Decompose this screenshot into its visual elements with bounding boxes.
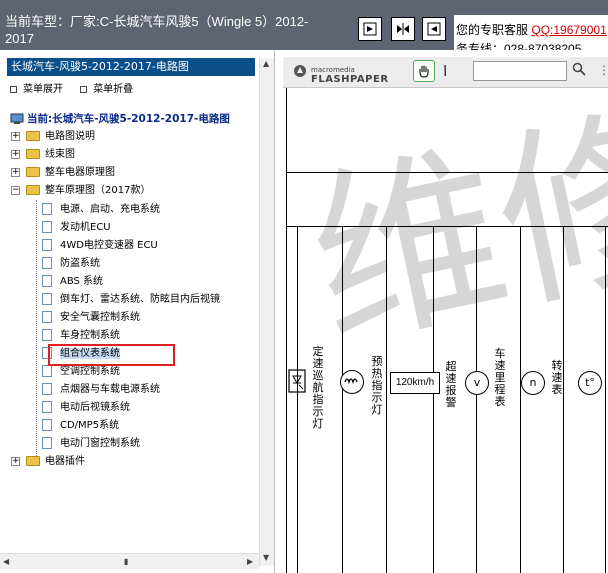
tree-item-connectors[interactable]: 电器插件 (26, 453, 85, 471)
expand-toggle[interactable]: + (11, 168, 20, 177)
scroll-right-icon[interactable]: ▶ (247, 557, 253, 566)
collapse-menu-button[interactable]: 菜单折叠 (80, 84, 133, 95)
more-options-icon[interactable]: ⋮ (598, 63, 608, 77)
arrow-left-icon (427, 22, 441, 36)
tree-toolbar: 菜单展开 菜单折叠 (10, 80, 147, 95)
support-qq-link[interactable]: QQ:19679001 (531, 23, 606, 37)
document-icon (42, 383, 52, 395)
preheat-lamp-symbol (340, 370, 364, 394)
folder-icon (26, 149, 40, 159)
tree-subitem[interactable]: 电源、启动、充电系统 (42, 201, 160, 219)
document-icon (42, 221, 52, 233)
fit-page-button[interactable] (391, 17, 415, 41)
expand-toggle[interactable]: + (11, 132, 20, 141)
overspeed-box: 120km/h (390, 372, 440, 394)
tree-subitem[interactable]: 发动机ECU (42, 219, 111, 237)
cruise-indicator-label: 定速巡航指示灯 (312, 345, 324, 430)
document-icon (42, 329, 52, 341)
indicator-lamp-icon (288, 369, 306, 393)
expand-toggle[interactable]: + (11, 150, 20, 159)
search-icon (572, 62, 586, 76)
scroll-grip-icon[interactable]: ▮ (124, 557, 128, 566)
expand-toggle[interactable]: + (11, 457, 20, 466)
tachometer-symbol: n (521, 371, 545, 395)
flashpaper-toolbar: macromedia FLASHPAPER I ⋮ (283, 57, 608, 88)
text-select-tool-icon[interactable]: I (443, 62, 447, 80)
hand-icon (419, 65, 429, 78)
tree-subitem[interactable]: 倒车灯、雷达系统、防眩目内后视镜 (42, 291, 220, 309)
computer-icon (10, 113, 24, 124)
folder-icon (26, 167, 40, 177)
collapse-toggle[interactable]: − (11, 186, 20, 195)
scroll-left-icon[interactable]: ◀ (3, 557, 9, 566)
document-icon (42, 437, 52, 449)
tree-subitem[interactable]: 4WD电控变速器 ECU (42, 237, 158, 255)
support-box: 您的专职客服 QQ:19679001 务专线：028-87038205 (454, 15, 608, 56)
hand-tool-button[interactable] (413, 60, 435, 82)
preheat-indicator-label: 预热指示灯 (371, 355, 383, 416)
prev-page-button[interactable] (358, 17, 382, 41)
odometer-label: 车速里程表 (494, 347, 506, 408)
document-icon (42, 293, 52, 305)
top-bar: 当前车型：厂家:C-长城汽车风骏5（Wingle 5）2012-2017 您的专… (0, 0, 608, 56)
folder-icon (26, 131, 40, 141)
tree-pane: 长城汽车-风骏5-2012-2017-电路图 菜单展开 菜单折叠 当前:长城汽车… (0, 50, 275, 573)
tree-subitem[interactable]: CD/MP5系统 (42, 417, 119, 435)
tachometer-label: 转速表 (551, 359, 563, 396)
square-icon (80, 85, 88, 93)
vehicle-title: 当前车型：厂家:C-长城汽车风骏5（Wingle 5）2012-2017 (5, 14, 309, 46)
selection-highlight-box (48, 344, 175, 366)
svg-text:维修: 维修 (293, 88, 608, 377)
document-icon (42, 257, 52, 269)
document-icon (42, 203, 52, 215)
next-page-button[interactable] (422, 17, 446, 41)
scroll-up-icon[interactable]: ▲ (263, 59, 269, 68)
tree-horizontal-scrollbar[interactable]: ◀ ▮ ▶ (0, 553, 259, 569)
tree-root[interactable]: 当前:长城汽车-风骏5-2012-2017-电路图 (10, 110, 230, 128)
tree-pane-title: 长城汽车-风骏5-2012-2017-电路图 (7, 58, 255, 76)
document-viewer: macromedia FLASHPAPER I ⋮ 维修 定速巡航指示灯 预热指… (283, 50, 608, 573)
scroll-down-icon[interactable]: ▼ (263, 553, 269, 562)
search-input[interactable] (473, 61, 567, 81)
square-icon (10, 85, 17, 93)
document-icon (42, 275, 52, 287)
folder-icon (26, 456, 40, 466)
diagram-page: 维修 定速巡航指示灯 预热指示灯 120km/h 超速报警 v 车速里程表 n … (283, 88, 608, 573)
tree-subitem[interactable]: 安全气囊控制系统 (42, 309, 140, 327)
coil-icon (344, 378, 358, 385)
tree-subitem[interactable]: ABS 系统 (42, 273, 103, 291)
document-icon (42, 239, 52, 251)
search-button[interactable] (572, 62, 586, 79)
support-label: 您的专职客服 (456, 23, 529, 37)
flashpaper-logo: macromedia FLASHPAPER (293, 64, 388, 85)
tree-subitem[interactable]: 点烟器与车载电源系统 (42, 381, 160, 399)
arrow-right-icon (363, 22, 377, 36)
split-arrows-icon (397, 23, 409, 35)
tree-subitem[interactable]: 防盗系统 (42, 255, 100, 273)
tree-item-vehicle-schematic-2017[interactable]: 整车原理图（2017款） (26, 182, 150, 200)
tree-subitem[interactable]: 车身控制系统 (42, 327, 120, 345)
tree-item-circuit-notes[interactable]: 电路图说明 (26, 128, 95, 146)
temperature-gauge-symbol: t° (578, 371, 602, 395)
speedometer-symbol: v (465, 371, 489, 395)
expand-menu-button[interactable]: 菜单展开 (10, 84, 63, 95)
tree-item-vehicle-electrical[interactable]: 整车电器原理图 (26, 164, 115, 182)
overspeed-alarm-label: 超速报警 (445, 360, 457, 409)
document-icon (42, 401, 52, 413)
folder-open-icon (26, 185, 40, 195)
document-icon (42, 419, 52, 431)
tree-item-harness[interactable]: 线束图 (26, 146, 75, 164)
tree-subitem[interactable]: 电动门窗控制系统 (42, 435, 140, 453)
document-icon (42, 365, 52, 377)
tree-subitem[interactable]: 电动后视镜系统 (42, 399, 130, 417)
watermark: 维修 (293, 88, 608, 377)
tree-vertical-scrollbar[interactable]: ▲ ▼ (259, 58, 274, 566)
document-icon (42, 311, 52, 323)
flashpaper-logo-icon (294, 65, 306, 77)
